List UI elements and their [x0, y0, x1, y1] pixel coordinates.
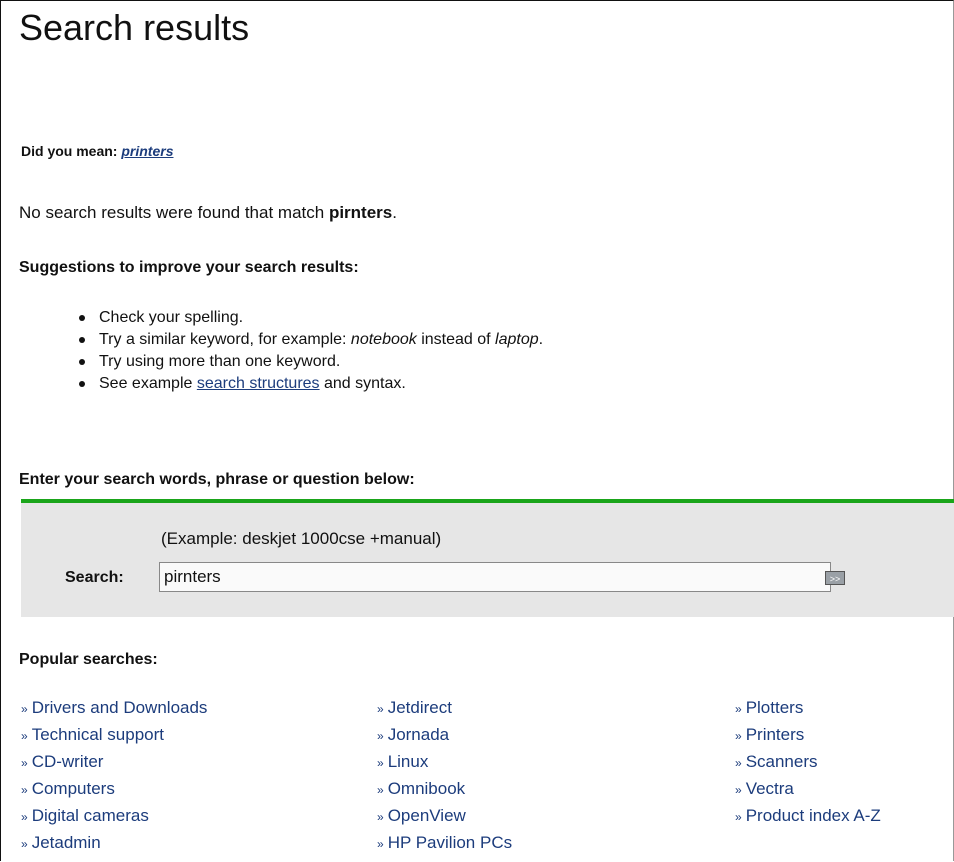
did-you-mean-label: Did you mean: — [21, 143, 118, 159]
popular-search-item: » Computers — [21, 776, 207, 803]
search-structures-link[interactable]: search structures — [197, 375, 320, 392]
popular-search-link[interactable]: Vectra — [746, 779, 794, 798]
popular-search-link[interactable]: Jetadmin — [32, 833, 101, 852]
popular-search-link[interactable]: Jetdirect — [388, 698, 452, 717]
popular-search-link[interactable]: CD-writer — [32, 752, 104, 771]
popular-search-link[interactable]: Linux — [388, 752, 429, 771]
suggestion-item: Try a similar keyword, for example: note… — [75, 329, 543, 351]
popular-search-link[interactable]: Computers — [32, 779, 115, 798]
raquo-icon: » — [377, 783, 384, 797]
raquo-icon: » — [21, 837, 28, 851]
raquo-icon: » — [377, 729, 384, 743]
suggestion-text: Try using more than one keyword. — [99, 353, 341, 370]
popular-search-item: » Plotters — [735, 695, 881, 722]
popular-search-item: » Jornada — [377, 722, 512, 749]
raquo-icon: » — [735, 783, 742, 797]
search-submit-button[interactable]: >> — [825, 571, 845, 585]
search-example: (Example: deskjet 1000cse +manual) — [161, 529, 442, 548]
popular-search-item: » HP Pavilion PCs — [377, 830, 512, 857]
popular-search-item: » OpenView — [377, 803, 512, 830]
popular-search-link[interactable]: Drivers and Downloads — [32, 698, 208, 717]
popular-search-item: » Jetdirect — [377, 695, 512, 722]
did-you-mean: Did you mean: printers — [21, 143, 173, 159]
raquo-icon: » — [21, 810, 28, 824]
raquo-icon: » — [21, 729, 28, 743]
popular-search-link[interactable]: OpenView — [388, 806, 466, 825]
raquo-icon: » — [21, 783, 28, 797]
search-label: Search: — [65, 569, 124, 586]
suggestion-suffix: . — [538, 331, 544, 348]
raquo-icon: » — [21, 702, 28, 716]
popular-search-link[interactable]: Technical support — [32, 725, 164, 744]
suggestion-prefix: See example — [99, 375, 197, 392]
popular-searches-column-2: » Jetdirect » Jornada » Linux » Omnibook » Op… — [377, 695, 512, 857]
popular-search-link[interactable]: Jornada — [388, 725, 449, 744]
raquo-icon: » — [21, 756, 28, 770]
did-you-mean-link[interactable]: printers — [121, 143, 173, 159]
raquo-icon: » — [735, 729, 742, 743]
no-results-suffix: . — [392, 203, 397, 222]
search-heading: Enter your search words, phrase or quest… — [19, 471, 415, 488]
popular-search-link[interactable]: Omnibook — [388, 779, 465, 798]
raquo-icon: » — [377, 837, 384, 851]
raquo-icon: » — [377, 756, 384, 770]
popular-searches-column-1: » Drivers and Downloads » Technical suppor… — [21, 695, 207, 857]
popular-search-item: » Omnibook — [377, 776, 512, 803]
popular-search-item: » Technical support — [21, 722, 207, 749]
suggestions-heading: Suggestions to improve your search resul… — [19, 259, 359, 276]
popular-searches-heading: Popular searches: — [19, 651, 158, 668]
popular-search-item: » Jetadmin — [21, 830, 207, 857]
search-panel: (Example: deskjet 1000cse +manual) Searc… — [21, 499, 954, 617]
popular-search-item: » Product index A-Z — [735, 803, 881, 830]
page-frame: Search results Did you mean: printers No… — [0, 0, 954, 861]
popular-search-item: » Drivers and Downloads — [21, 695, 207, 722]
popular-search-link[interactable]: Printers — [746, 725, 805, 744]
no-results-prefix: No search results were found that match — [19, 203, 329, 222]
popular-search-item: » Vectra — [735, 776, 881, 803]
no-results-message: No search results were found that match … — [19, 203, 397, 223]
suggestion-mid: instead of — [416, 331, 496, 348]
raquo-icon: » — [377, 702, 384, 716]
suggestion-item: Try using more than one keyword. — [75, 351, 543, 373]
raquo-icon: » — [735, 810, 742, 824]
suggestion-item: See example search structures and syntax… — [75, 373, 543, 395]
raquo-icon: » — [735, 756, 742, 770]
suggestion-item: Check your spelling. — [75, 307, 543, 329]
popular-search-link[interactable]: Product index A-Z — [746, 806, 881, 825]
popular-search-link[interactable]: Plotters — [746, 698, 804, 717]
suggestion-keyword-original: laptop — [495, 331, 539, 348]
popular-search-item: » Digital cameras — [21, 803, 207, 830]
popular-searches-column-3: » Plotters » Printers » Scanners » Vectra » P… — [735, 695, 881, 830]
popular-search-link[interactable]: Scanners — [746, 752, 818, 771]
suggestion-text: Check your spelling. — [99, 309, 244, 326]
page-title: Search results — [19, 7, 250, 48]
popular-search-item: » Scanners — [735, 749, 881, 776]
popular-search-item: » Linux — [377, 749, 512, 776]
suggestion-prefix: Try a similar keyword, for example: — [99, 331, 351, 348]
popular-search-item: » Printers — [735, 722, 881, 749]
no-results-term: pirnters — [328, 203, 393, 222]
raquo-icon: » — [735, 702, 742, 716]
suggestion-suffix: and syntax. — [319, 375, 406, 392]
popular-search-link[interactable]: HP Pavilion PCs — [388, 833, 512, 852]
suggestion-keyword-example: notebook — [350, 331, 417, 348]
popular-search-item: » CD-writer — [21, 749, 207, 776]
raquo-icon: » — [377, 810, 384, 824]
popular-search-link[interactable]: Digital cameras — [32, 806, 149, 825]
suggestions-list: Check your spelling. Try a similar keywo… — [75, 307, 543, 395]
search-input[interactable] — [159, 562, 831, 592]
